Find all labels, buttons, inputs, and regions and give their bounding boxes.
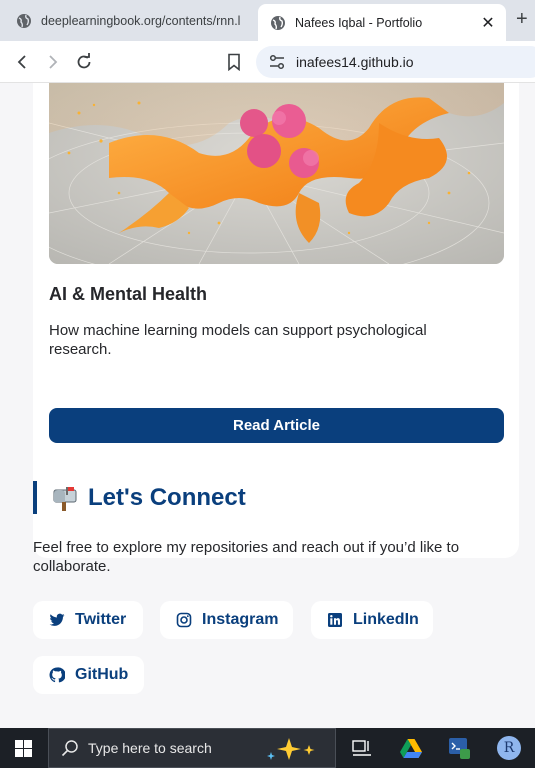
article-title: AI & Mental Health	[49, 284, 208, 304]
address-bar[interactable]: inafees14.github.io	[256, 46, 535, 78]
search-icon	[61, 740, 78, 757]
globe-icon	[17, 13, 31, 28]
twitter-label: Twitter	[75, 611, 127, 628]
tab-strip: deeplearningbook.org/contents/rnn.l Nafe…	[0, 0, 535, 41]
globe-icon	[271, 15, 285, 30]
reload-icon	[77, 53, 91, 69]
instagram-label: Instagram	[202, 611, 279, 628]
mailbox-icon	[53, 486, 77, 511]
linkedin-link[interactable]: LinkedIn	[311, 601, 433, 639]
twitter-icon	[49, 613, 65, 626]
github-label: GitHub	[75, 666, 129, 683]
tab-title: deeplearningbook.org/contents/rnn.l	[41, 13, 241, 28]
linkedin-label: LinkedIn	[353, 611, 419, 628]
profile-avatar[interactable]: R	[497, 736, 521, 760]
tab-title: Nafees Iqbal - Portfolio	[295, 15, 423, 30]
taskbar-search-box[interactable]: Type here to search	[48, 728, 336, 768]
arrow-left-icon	[17, 55, 26, 69]
heading-accent-bar	[33, 481, 37, 514]
twitter-link[interactable]: Twitter	[33, 601, 143, 639]
taskbar: Type here to search R	[0, 728, 535, 768]
arrow-right-icon	[49, 55, 58, 69]
connect-heading: Let's Connect	[88, 483, 246, 511]
connect-section-heading: Let's Connect	[33, 481, 246, 514]
google-drive-icon[interactable]	[399, 736, 423, 760]
browser-toolbar: inafees14.github.io	[0, 41, 535, 83]
tab-portfolio[interactable]: Nafees Iqbal - Portfolio ✕	[258, 4, 506, 41]
close-icon[interactable]: ✕	[478, 13, 498, 33]
back-button[interactable]	[10, 50, 34, 74]
instagram-icon	[176, 612, 192, 628]
search-placeholder: Type here to search	[88, 740, 212, 756]
site-settings-icon[interactable]	[268, 53, 286, 71]
read-article-button[interactable]: Read Article	[49, 408, 504, 443]
plus-icon[interactable]: +	[516, 9, 528, 29]
article-description: How machine learning models can support …	[49, 322, 427, 358]
task-view-icon[interactable]	[350, 736, 374, 760]
linkedin-icon	[328, 613, 342, 627]
url-text: inafees14.github.io	[296, 54, 414, 70]
github-icon	[49, 667, 65, 683]
tab-deeplearningbook[interactable]: deeplearningbook.org/contents/rnn.l	[8, 4, 253, 37]
reload-button[interactable]	[72, 50, 96, 74]
github-link[interactable]: GitHub	[33, 656, 144, 694]
article-hero-image	[49, 83, 504, 264]
instagram-link[interactable]: Instagram	[160, 601, 293, 639]
bookmark-icon	[228, 53, 240, 71]
page-content: AI & Mental Health How machine learning …	[0, 83, 535, 728]
bookmark-button[interactable]	[222, 50, 246, 74]
connect-description: Feel free to explore my repositories and…	[33, 539, 460, 575]
forward-button[interactable]	[41, 50, 65, 74]
sparkle-icon	[267, 738, 315, 760]
terminal-icon[interactable]	[447, 736, 471, 760]
windows-start-icon[interactable]	[15, 740, 32, 757]
